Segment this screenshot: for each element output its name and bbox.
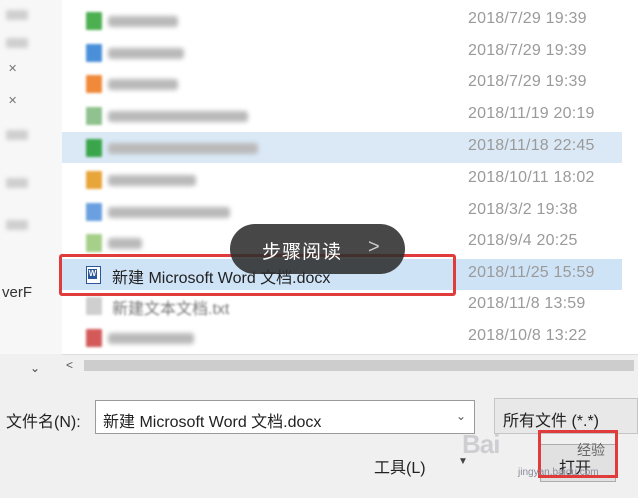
file-row[interactable]: 2018/3/2 19:38	[62, 196, 622, 227]
nav-item-blurred[interactable]	[6, 10, 28, 20]
filetype-select[interactable]: 所有文件 (*.*)	[494, 398, 638, 434]
file-name-blurred	[108, 143, 258, 154]
file-date: 2018/9/4 20:25	[468, 232, 578, 249]
file-name-blurred	[108, 79, 178, 90]
filetype-value[interactable]: 所有文件 (*.*)	[503, 407, 599, 431]
overlay-text: 步骤阅读	[262, 242, 343, 263]
file-row[interactable]: 2018/11/19 20:19	[62, 100, 622, 131]
file-icon	[86, 107, 102, 125]
file-date: 2018/3/2 19:38	[468, 201, 578, 218]
filename-label: 文件名(N):	[6, 414, 81, 431]
file-date: 2018/7/29 19:39	[468, 42, 587, 59]
file-row[interactable]: 2018/11/18 22:45	[62, 132, 622, 163]
step-reading-overlay[interactable]: 步骤阅读 >	[230, 224, 405, 274]
scrollbar-thumb[interactable]	[84, 360, 634, 371]
file-date: 2018/10/11 18:02	[468, 169, 595, 186]
chevron-down-icon[interactable]: ⌄	[30, 361, 40, 375]
file-date: 2018/7/29 19:39	[468, 73, 587, 90]
watermark-label: 经验	[577, 442, 605, 458]
file-name-blurred	[108, 238, 142, 249]
dropdown-arrow-icon[interactable]: ⌄	[456, 409, 466, 423]
file-date: 2018/11/8 13:59	[468, 295, 586, 312]
file-row[interactable]: 2018/7/29 19:39	[62, 37, 622, 68]
file-list[interactable]: 2018/7/29 19:39 2018/7/29 19:39 2018/7/2…	[62, 0, 638, 354]
pin-icon: ✕	[8, 63, 18, 75]
file-date: 2018/11/25 15:59	[468, 264, 595, 281]
pin-icon: ✕	[8, 95, 18, 107]
file-icon	[86, 234, 102, 252]
nav-item-blurred[interactable]	[6, 220, 28, 230]
file-icon	[86, 171, 102, 189]
file-date: 2018/7/29 19:39	[468, 10, 587, 27]
file-name[interactable]: 新建文本文档.txt	[112, 295, 229, 319]
filename-input[interactable]: 新建 Microsoft Word 文档.docx ⌄	[95, 400, 475, 434]
dialog-footer: 文件名(N): 新建 Microsoft Word 文档.docx ⌄ 所有文件…	[0, 376, 638, 498]
scroll-left-icon[interactable]: <	[66, 358, 73, 372]
file-icon	[86, 12, 102, 30]
file-date: 2018/11/18 22:45	[468, 137, 595, 154]
nav-item-blurred[interactable]	[6, 38, 28, 48]
tools-button[interactable]: 工具(L)	[374, 454, 426, 478]
file-date: 2018/10/8 13:22	[468, 327, 587, 344]
file-icon	[86, 203, 102, 221]
watermark-url: jingyan.baidu.com	[518, 467, 599, 478]
horizontal-scrollbar[interactable]: <	[62, 354, 638, 377]
file-icon	[86, 297, 102, 315]
file-name-blurred	[108, 333, 194, 344]
file-name-blurred	[108, 175, 196, 186]
file-row[interactable]: 2018/7/29 19:39	[62, 68, 622, 99]
file-row[interactable]: 2018/7/29 19:39	[62, 5, 622, 36]
nav-item-blurred[interactable]	[6, 178, 28, 188]
file-name-blurred	[108, 111, 248, 122]
file-name-blurred	[108, 16, 178, 27]
file-name-blurred	[108, 48, 184, 59]
file-name-blurred	[108, 207, 230, 218]
file-row[interactable]: 2018/10/11 18:02	[62, 164, 622, 195]
navigation-pane[interactable]: ✕ ✕ verF ⌄	[0, 0, 63, 375]
file-icon	[86, 44, 102, 62]
file-icon	[86, 75, 102, 93]
file-icon	[86, 139, 102, 157]
chevron-right-icon: >	[368, 236, 380, 258]
file-row[interactable]: 2018/10/8 13:22	[62, 322, 622, 353]
file-icon	[86, 329, 102, 347]
nav-item-label[interactable]: verF	[2, 284, 32, 301]
baidu-watermark-logo: Bai	[462, 429, 500, 459]
filename-value[interactable]: 新建 Microsoft Word 文档.docx	[103, 408, 321, 432]
nav-item-blurred[interactable]	[6, 130, 28, 140]
file-date: 2018/11/19 20:19	[468, 105, 595, 122]
